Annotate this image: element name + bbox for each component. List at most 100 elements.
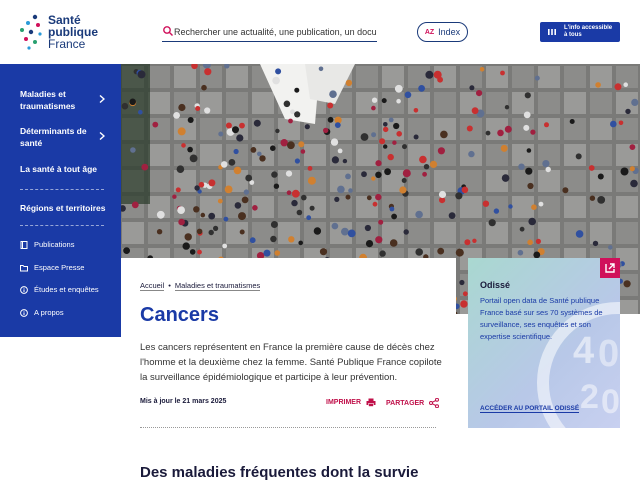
person	[381, 98, 387, 104]
person	[401, 178, 407, 183]
person	[614, 83, 622, 91]
person	[631, 98, 639, 106]
person	[329, 90, 337, 98]
person	[225, 122, 232, 129]
person	[121, 102, 129, 110]
pavement-tile	[148, 118, 170, 140]
person	[270, 235, 277, 243]
accessibility-button[interactable]: L'info accessible à tous	[540, 22, 620, 42]
pavement-tile	[200, 66, 222, 88]
person	[296, 209, 303, 216]
person	[592, 240, 599, 247]
person	[415, 248, 424, 256]
site-logo[interactable]: Santé publique France	[18, 12, 98, 52]
person	[413, 134, 419, 140]
person	[419, 155, 427, 164]
pavement-tile	[590, 118, 612, 140]
pavement-tile	[122, 222, 144, 244]
svg-text:2: 2	[580, 378, 599, 416]
nav-sub-apropos[interactable]: A propos	[20, 308, 64, 317]
pavement-tile	[174, 196, 196, 218]
nav-item-sante-age[interactable]: La santé à tout âge	[20, 163, 97, 175]
nav-sub-etudes[interactable]: Études et enquêtes	[20, 285, 99, 294]
person	[519, 226, 525, 232]
pavement-tile	[174, 66, 196, 88]
pavement-tile	[226, 222, 248, 244]
person	[630, 179, 638, 188]
section-title: Des maladies fréquentes dont la survie	[140, 464, 419, 480]
nav-sub-presse[interactable]: Espace Presse	[20, 263, 84, 272]
print-button[interactable]: IMPRIMER	[326, 398, 376, 407]
person	[208, 229, 214, 236]
person	[523, 124, 530, 131]
nav-item-label: Maladies et traumatismes	[20, 89, 76, 111]
odisse-description: Portail open data de Santé publique Fran…	[480, 296, 603, 341]
info-icon	[20, 308, 28, 317]
person	[337, 148, 343, 154]
pavement-tile	[538, 222, 560, 244]
person	[531, 204, 537, 210]
person	[309, 205, 315, 211]
person	[178, 103, 186, 112]
odisse-card: 4 0 2 0 Odissé Portail open data de Sant…	[468, 258, 620, 428]
pavement-tile	[616, 222, 638, 244]
person	[194, 185, 200, 191]
person	[123, 247, 130, 255]
person	[318, 66, 324, 72]
person	[575, 230, 584, 238]
index-button[interactable]: AZ Index	[417, 22, 468, 42]
person	[291, 189, 300, 198]
search-input[interactable]	[174, 22, 377, 41]
nav-sub-publications[interactable]: Publications	[20, 240, 74, 249]
pavement-tile	[408, 144, 430, 166]
pavement-tile	[590, 144, 612, 166]
accessibility-icon	[548, 29, 556, 35]
person	[517, 249, 524, 256]
pavement-tile	[174, 92, 196, 114]
person	[623, 82, 628, 87]
odisse-portal-link[interactable]: ACCÉDER AU PORTAIL ODISSÉ	[480, 405, 580, 413]
pavement-tile	[304, 196, 326, 218]
pavement-tile	[538, 196, 560, 218]
person	[396, 98, 401, 104]
index-label: Index	[438, 27, 461, 37]
search-icon[interactable]	[162, 25, 174, 37]
chevron-right-icon[interactable]	[99, 95, 105, 103]
breadcrumb-current[interactable]: Maladies et traumatismes	[174, 281, 261, 291]
pavement-tile	[564, 66, 586, 88]
person	[383, 122, 388, 127]
person	[360, 133, 369, 141]
person	[307, 176, 316, 185]
person	[250, 147, 257, 153]
pavement-tile	[460, 66, 482, 88]
breadcrumb-home[interactable]: Accueil	[140, 281, 165, 291]
person	[298, 141, 305, 148]
pavement-tile	[590, 66, 612, 88]
external-link-button[interactable]	[600, 258, 620, 278]
person	[403, 229, 409, 235]
pavement-tile	[382, 66, 404, 88]
breadcrumb: Accueil • Maladies et traumatismes	[140, 281, 261, 291]
person	[175, 187, 181, 193]
person	[429, 160, 438, 168]
nav-item-regions[interactable]: Régions et territoires	[20, 202, 106, 214]
person	[249, 237, 256, 244]
nav-item-determinants[interactable]: Déterminants de santé	[20, 125, 100, 149]
share-button[interactable]: PARTAGER	[386, 398, 440, 408]
pavement-tile	[538, 66, 560, 88]
person	[285, 170, 293, 177]
person	[523, 111, 531, 119]
person	[275, 68, 282, 75]
person	[270, 145, 276, 151]
person	[334, 196, 340, 202]
person	[504, 125, 512, 133]
pavement-tile	[252, 92, 274, 114]
person	[425, 70, 434, 79]
person	[298, 240, 303, 246]
nav-item-maladies[interactable]: Maladies et traumatismes	[20, 88, 100, 112]
az-icon: AZ	[424, 28, 435, 36]
person	[197, 249, 202, 255]
logo-text: Santé publique France	[48, 14, 98, 50]
chevron-right-icon[interactable]	[99, 132, 105, 140]
pavement-tile	[564, 196, 586, 218]
